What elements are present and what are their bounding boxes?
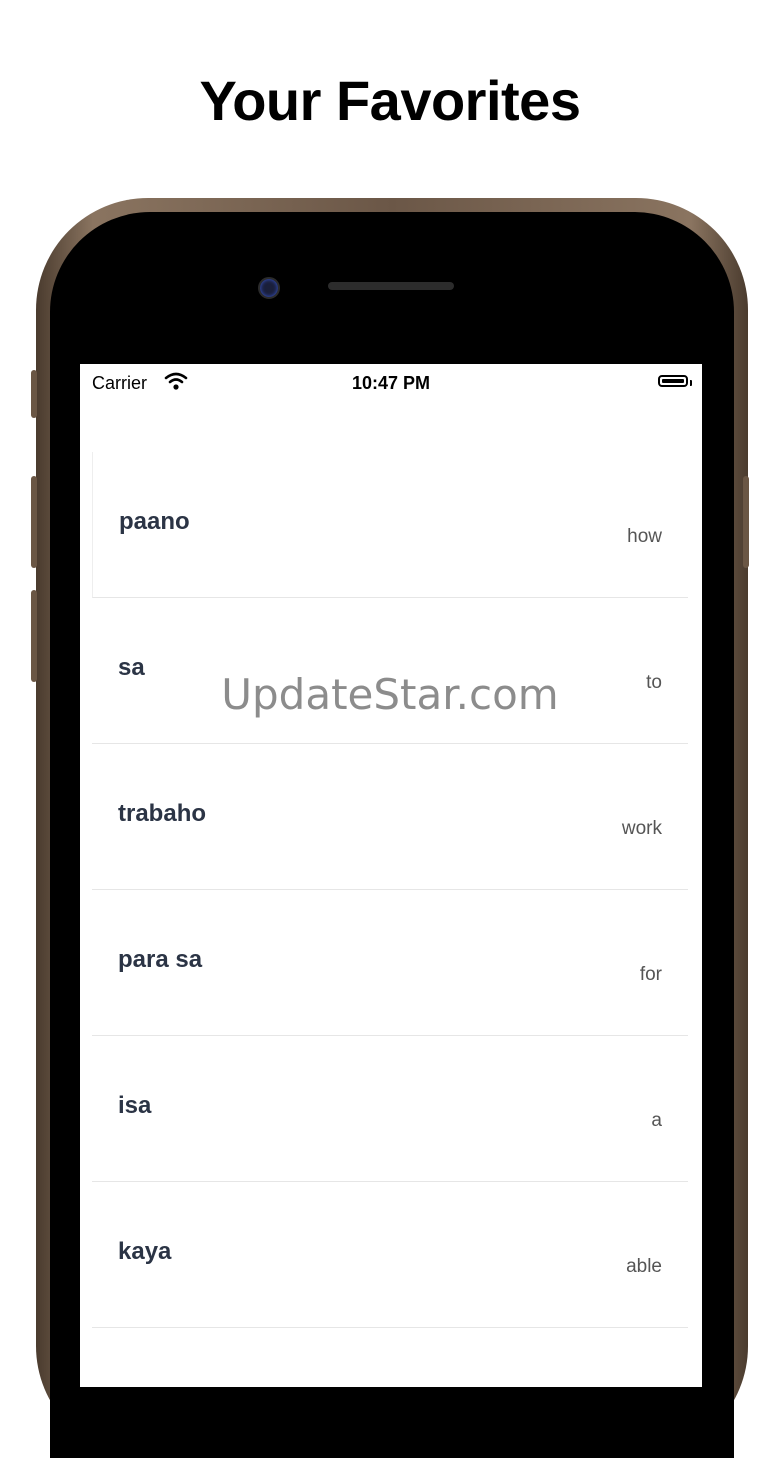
list-item[interactable]: paano how xyxy=(92,452,688,598)
translation-label: for xyxy=(639,964,662,985)
translation-label: a xyxy=(651,1110,662,1131)
list-item[interactable]: trabaho work xyxy=(92,744,688,890)
list-item[interactable]: kaya able xyxy=(92,1182,688,1328)
translation-label: able xyxy=(626,1256,662,1277)
word-label: paano xyxy=(119,508,190,535)
volume-down-button xyxy=(31,590,37,682)
translation-label: how xyxy=(627,526,662,547)
word-label: isa xyxy=(118,1092,152,1119)
translation-label: work xyxy=(621,818,662,839)
favorites-list: paano how sa to trabaho work para sa for… xyxy=(92,452,688,1328)
list-item[interactable]: isa a xyxy=(92,1036,688,1182)
battery-icon xyxy=(658,375,688,387)
list-item[interactable]: para sa for xyxy=(92,890,688,1036)
page-title: Your Favorites xyxy=(199,69,581,132)
word-label: para sa xyxy=(118,946,203,973)
phone-screen: Carrier 10:47 PM paano how sa to trabaho… xyxy=(80,364,702,1387)
word-label: trabaho xyxy=(118,800,207,827)
battery-cap xyxy=(690,380,692,386)
word-label: kaya xyxy=(118,1238,172,1265)
status-bar: Carrier 10:47 PM xyxy=(80,364,702,404)
mute-switch xyxy=(31,370,37,418)
word-label: sa xyxy=(118,654,145,681)
volume-up-button xyxy=(31,476,37,568)
list-item[interactable]: sa to xyxy=(92,598,688,744)
status-time: 10:47 PM xyxy=(351,373,431,393)
translation-label: to xyxy=(646,672,662,693)
power-button xyxy=(743,476,749,568)
earpiece-speaker xyxy=(328,282,454,290)
front-camera xyxy=(258,277,280,299)
